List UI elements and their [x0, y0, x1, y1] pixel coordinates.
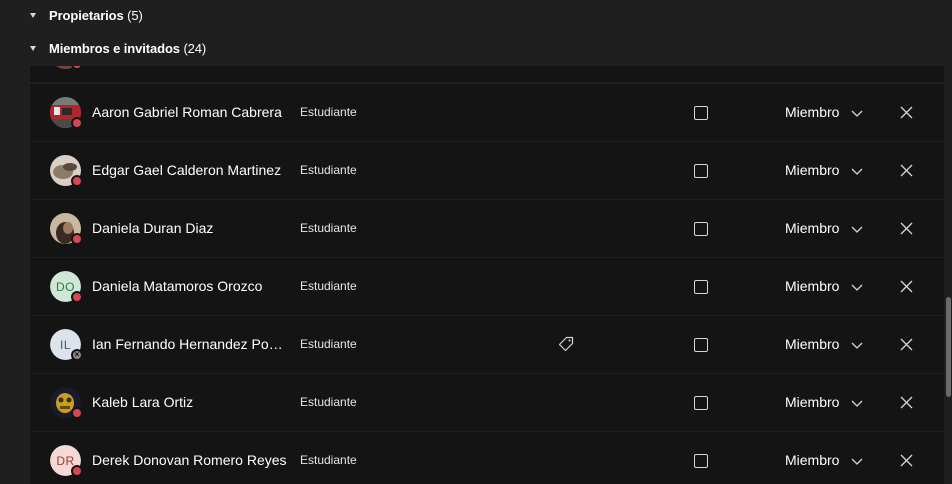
guest-checkbox[interactable] [694, 164, 708, 178]
table-row: Aaron Gabriel Roman Cabrera Estudiante M… [30, 84, 944, 141]
close-icon[interactable] [899, 395, 914, 410]
member-name: Derek Donovan Romero Reyes [92, 452, 287, 468]
owners-section-title: Propietarios (5) [49, 7, 143, 23]
close-icon[interactable] [899, 221, 914, 236]
role-dropdown[interactable]: Miembro [785, 316, 839, 373]
close-icon[interactable] [899, 337, 914, 352]
scrollbar[interactable] [946, 297, 951, 397]
role-dropdown[interactable]: Miembro [785, 374, 839, 431]
role-dropdown[interactable]: Miembro [785, 84, 839, 141]
table-row: Daniela Duran Diaz Estudiante Miembro [30, 200, 944, 257]
member-title: Estudiante [300, 279, 357, 293]
member-name: Kaleb Lara Ortiz [92, 394, 194, 410]
role-dropdown[interactable]: Miembro [785, 258, 839, 315]
status-badge [71, 175, 83, 187]
member-title: Estudiante [300, 453, 357, 467]
member-title: Estudiante [300, 395, 357, 409]
member-name: Aaron Gabriel Roman Cabrera [92, 104, 282, 120]
chevron-down-icon[interactable] [850, 280, 864, 294]
table-row: DR Derek Donovan Romero Reyes Estudiante… [30, 432, 944, 484]
member-name: Daniela Matamoros Orozco [92, 278, 263, 294]
tag-icon[interactable] [558, 336, 574, 352]
close-icon[interactable] [899, 163, 914, 178]
table-row: Kaleb Lara Ortiz Estudiante Miembro [30, 374, 944, 431]
close-icon[interactable] [899, 279, 914, 294]
status-badge [71, 407, 83, 419]
member-title: Estudiante [300, 337, 357, 351]
guest-checkbox[interactable] [694, 454, 708, 468]
chevron-down-icon[interactable] [850, 222, 864, 236]
member-name: Daniela Duran Diaz [92, 220, 214, 236]
members-section-header[interactable]: Miembros e invitados (24) [0, 33, 944, 63]
status-badge [71, 349, 83, 361]
close-icon[interactable] [899, 453, 914, 468]
owners-section-header[interactable]: Propietarios (5) [0, 0, 944, 30]
role-dropdown[interactable]: Miembro [785, 200, 839, 257]
member-title: Estudiante [300, 221, 357, 235]
table-row: DO Daniela Matamoros Orozco Estudiante M… [30, 258, 944, 315]
guest-checkbox[interactable] [694, 396, 708, 410]
member-title: Estudiante [300, 163, 357, 177]
guest-checkbox[interactable] [694, 106, 708, 120]
member-name: Edgar Gael Calderon Martinez [92, 162, 282, 178]
chevron-down-icon[interactable] [850, 164, 864, 178]
guest-checkbox[interactable] [694, 338, 708, 352]
caret-down-icon [30, 12, 36, 18]
members-section-title: Miembros e invitados (24) [49, 40, 207, 56]
role-dropdown[interactable]: Miembro [785, 432, 839, 484]
table-row-partial [30, 66, 944, 82]
status-badge [71, 66, 83, 70]
table-row: IL Ian Fernando Hernandez Ponce Estudian… [30, 316, 944, 373]
caret-down-icon [30, 45, 36, 51]
close-icon[interactable] [899, 105, 914, 120]
guest-checkbox[interactable] [694, 280, 708, 294]
status-badge [71, 233, 83, 245]
chevron-down-icon[interactable] [850, 338, 864, 352]
chevron-down-icon[interactable] [850, 454, 864, 468]
status-badge [71, 465, 83, 477]
table-row: Edgar Gael Calderon Martinez Estudiante … [30, 142, 944, 199]
status-badge [71, 291, 83, 303]
chevron-down-icon[interactable] [850, 106, 864, 120]
status-badge [71, 117, 83, 129]
role-dropdown[interactable]: Miembro [785, 142, 839, 199]
member-name: Ian Fernando Hernandez Ponce [92, 336, 290, 352]
chevron-down-icon[interactable] [850, 396, 864, 410]
guest-checkbox[interactable] [694, 222, 708, 236]
member-title: Estudiante [300, 105, 357, 119]
members-list: Aaron Gabriel Roman Cabrera Estudiante M… [30, 66, 944, 484]
